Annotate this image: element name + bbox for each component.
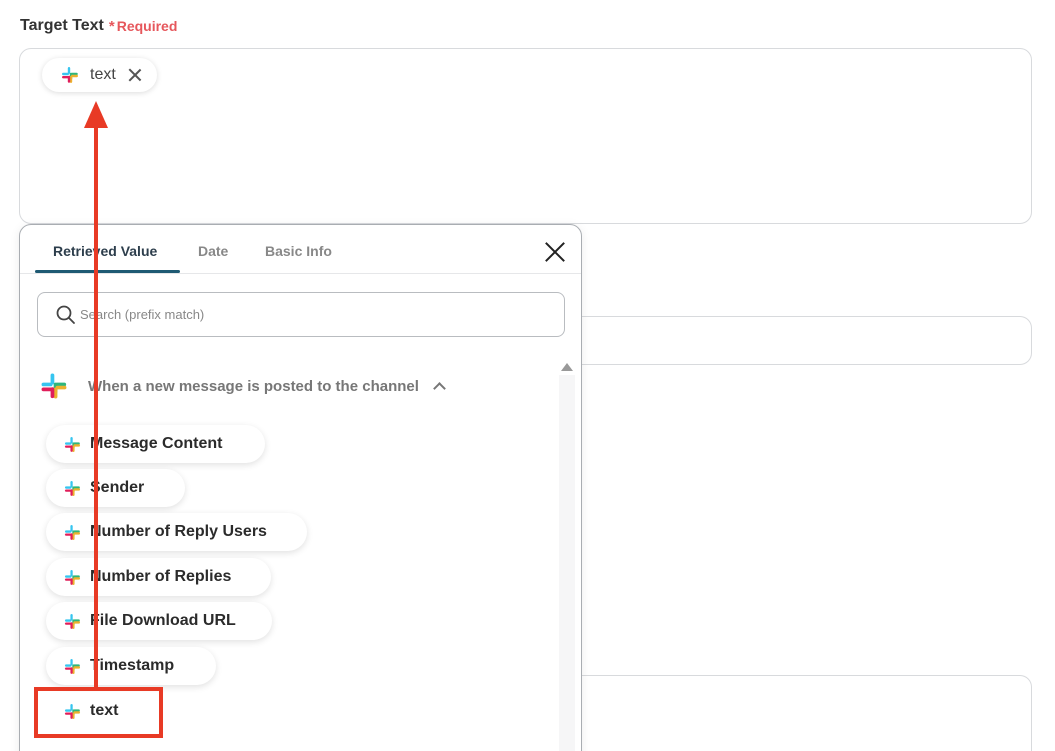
annotation-arrow	[84, 101, 108, 687]
